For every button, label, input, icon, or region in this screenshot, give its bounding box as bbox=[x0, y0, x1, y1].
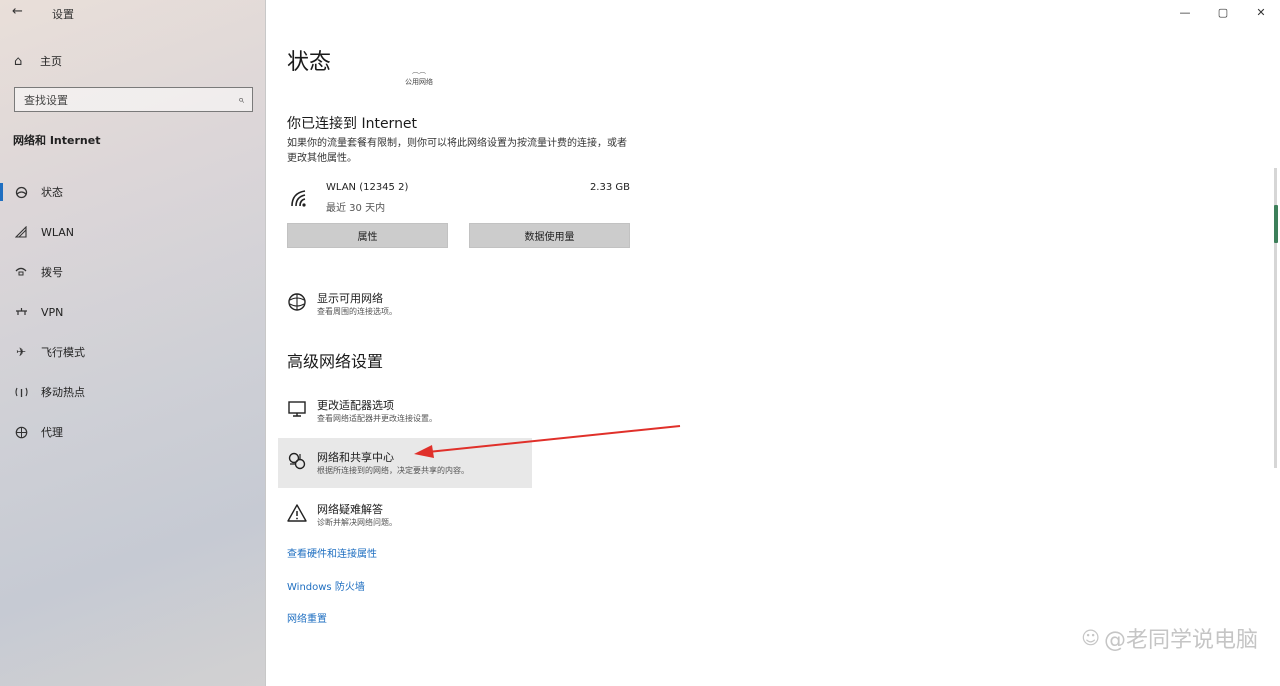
sidebar: ← 设置 ⌂ 主页 查找设置 ⌕ 网络和 Internet 状态 WLAN 拨号 bbox=[0, 0, 266, 686]
sidebar-item-label: WLAN bbox=[41, 225, 75, 239]
option-desc: 根据所连接到的网络，决定要共享的内容。 bbox=[317, 466, 469, 475]
adapter-row: WLAN (12345 2) 最近 30 天内 2.33 GB bbox=[287, 180, 630, 216]
windows-firewall-link[interactable]: Windows 防火墙 bbox=[287, 578, 365, 593]
page-title: 状态 bbox=[287, 50, 332, 75]
data-usage-button[interactable]: 数据使用量 bbox=[469, 223, 630, 248]
connected-description: 如果你的流量套餐有限制，则你可以将此网络设置为按流量计费的连接，或者更改其他属性… bbox=[287, 138, 627, 164]
advanced-heading: 高级网络设置 bbox=[287, 352, 384, 371]
sidebar-item-label: 飞行模式 bbox=[41, 346, 85, 359]
watermark: ☺ @老同学说电脑 bbox=[1081, 622, 1258, 654]
wifi-icon bbox=[13, 224, 29, 240]
adapter-usage: 2.33 GB bbox=[589, 182, 630, 193]
scrollbar-thumb[interactable] bbox=[1274, 205, 1278, 243]
troubleshoot-option[interactable]: 网络疑难解答 诊断并解决网络问题。 bbox=[287, 501, 547, 539]
adapter-name: WLAN (12345 2) bbox=[326, 182, 409, 193]
sidebar-item-label: VPN bbox=[41, 305, 64, 319]
home-label: 主页 bbox=[40, 55, 62, 68]
back-button[interactable]: ← bbox=[12, 4, 23, 19]
sidebar-item-proxy[interactable]: 代理 bbox=[0, 412, 266, 452]
option-title: 更改适配器选项 bbox=[317, 399, 394, 412]
home-icon: ⌂ bbox=[14, 53, 23, 69]
status-icon bbox=[13, 184, 29, 200]
globe-icon bbox=[13, 424, 29, 440]
monitor-icon bbox=[288, 401, 306, 417]
option-title: 网络疑难解答 bbox=[317, 503, 383, 516]
warning-icon bbox=[287, 504, 307, 522]
option-title: 显示可用网络 bbox=[317, 292, 383, 305]
window-controls: — ▢ ✕ bbox=[1166, 0, 1280, 28]
hardware-properties-link[interactable]: 查看硬件和连接属性 bbox=[287, 545, 377, 560]
network-reset-link[interactable]: 网络重置 bbox=[287, 610, 327, 625]
watermark-text: @老同学说电脑 bbox=[1103, 628, 1258, 653]
search-placeholder: 查找设置 bbox=[24, 93, 68, 107]
sidebar-item-label: 状态 bbox=[41, 186, 63, 199]
connected-heading: 你已连接到 Internet bbox=[287, 116, 418, 132]
sidebar-item-label: 代理 bbox=[41, 426, 63, 439]
section-label: 网络和 Internet bbox=[13, 134, 101, 147]
sidebar-item-label: 移动热点 bbox=[41, 386, 85, 399]
option-desc: 诊断并解决网络问题。 bbox=[317, 518, 397, 527]
sidebar-nav: 状态 WLAN 拨号 VPN ✈ 飞行模式 移动热点 代理 bbox=[0, 172, 266, 452]
vpn-icon bbox=[13, 304, 29, 320]
close-button[interactable]: ✕ bbox=[1242, 0, 1280, 28]
sharing-icon bbox=[288, 452, 306, 470]
adapter-period: 最近 30 天内 bbox=[326, 203, 386, 214]
option-title: 网络和共享中心 bbox=[317, 451, 394, 464]
minimize-button[interactable]: — bbox=[1166, 0, 1204, 28]
show-networks-option[interactable]: 显示可用网络 查看周围的连接选项。 bbox=[287, 290, 547, 328]
change-adapter-option[interactable]: 更改适配器选项 查看网络适配器并更改连接设置。 bbox=[287, 397, 547, 435]
sidebar-item-airplane[interactable]: ✈ 飞行模式 bbox=[0, 332, 266, 372]
network-globe-icon bbox=[288, 293, 306, 311]
network-profile-label: 公用网络 bbox=[405, 78, 433, 86]
title-bar: ← 设置 bbox=[0, 0, 266, 28]
sidebar-item-status[interactable]: 状态 bbox=[0, 172, 266, 212]
airplane-icon: ✈ bbox=[15, 345, 27, 359]
option-desc: 查看网络适配器并更改连接设置。 bbox=[317, 414, 437, 423]
watermark-logo-icon: ☺ bbox=[1081, 627, 1100, 649]
search-icon: ⌕ bbox=[237, 92, 244, 106]
main-content: — ▢ ✕ 状态 ⌒⌒ 公用网络 你已连接到 Internet 如果你的流量套餐… bbox=[267, 0, 1280, 686]
maximize-button[interactable]: ▢ bbox=[1204, 0, 1242, 28]
sharing-center-option[interactable]: 网络和共享中心 根据所连接到的网络，决定要共享的内容。 bbox=[287, 449, 547, 487]
properties-button[interactable]: 属性 bbox=[287, 223, 448, 248]
dialup-icon bbox=[13, 264, 29, 280]
sidebar-item-wlan[interactable]: WLAN bbox=[0, 212, 266, 252]
sidebar-item-label: 拨号 bbox=[41, 266, 63, 279]
home-nav-item[interactable]: ⌂ 主页 bbox=[14, 52, 62, 70]
hotspot-icon bbox=[13, 384, 29, 400]
sidebar-item-hotspot[interactable]: 移动热点 bbox=[0, 372, 266, 412]
sidebar-item-vpn[interactable]: VPN bbox=[0, 292, 266, 332]
window-title: 设置 bbox=[52, 8, 74, 21]
wifi-signal-icon bbox=[291, 190, 306, 207]
search-settings-input[interactable]: 查找设置 ⌕ bbox=[14, 87, 253, 112]
sidebar-item-dialup[interactable]: 拨号 bbox=[0, 252, 266, 292]
option-desc: 查看周围的连接选项。 bbox=[317, 307, 397, 316]
connection-diagram: ⌒⌒ 公用网络 bbox=[389, 72, 449, 87]
